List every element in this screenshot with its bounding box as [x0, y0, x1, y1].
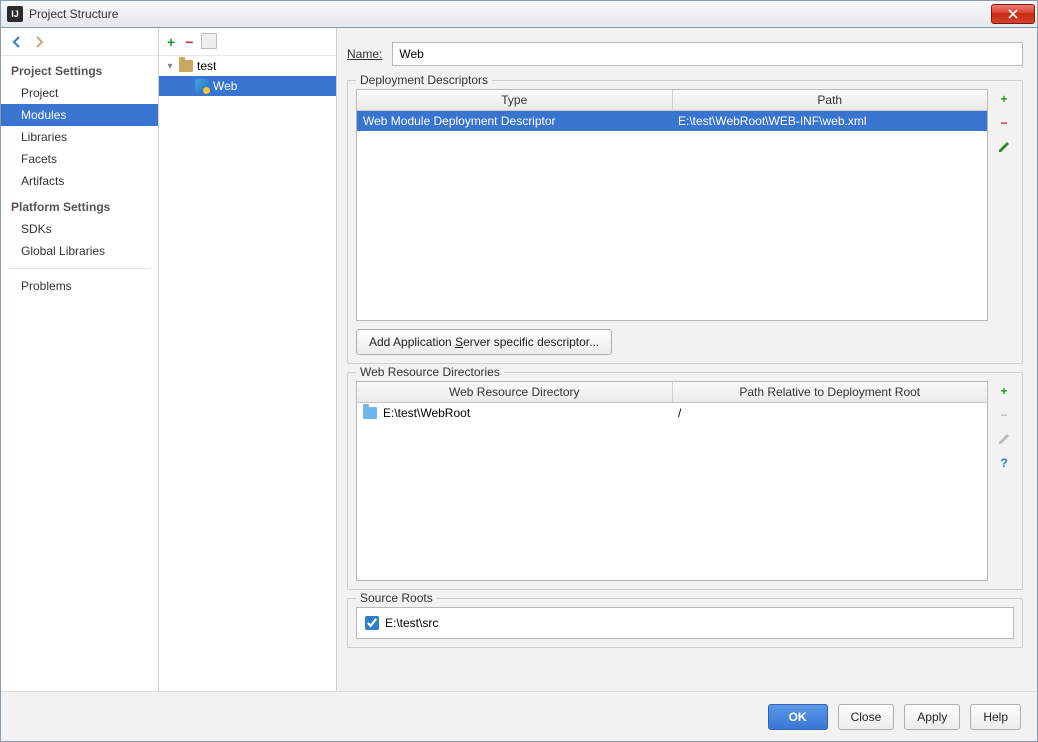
nav-section-project-settings: Project Settings	[1, 56, 158, 82]
name-label: Name:	[347, 47, 382, 61]
table-row[interactable]: Web Module Deployment DescriptorE:\test\…	[357, 111, 987, 131]
tree-toolbar: + −	[159, 28, 336, 56]
source-root-label: E:\test\src	[385, 616, 438, 630]
arrow-left-icon	[10, 35, 24, 49]
detail-panel: Name: Deployment Descriptors Type Path W…	[337, 28, 1037, 691]
help-button[interactable]: Help	[970, 704, 1021, 730]
nav-item-libraries[interactable]: Libraries	[1, 126, 158, 148]
web-resource-table[interactable]: Web Resource Directory Path Relative to …	[356, 381, 988, 581]
window-title: Project Structure	[29, 7, 118, 21]
deployment-table[interactable]: Type Path Web Module Deployment Descript…	[356, 89, 988, 321]
settings-nav: Project Settings ProjectModulesLibraries…	[1, 28, 159, 691]
webres-add-button[interactable]: +	[996, 383, 1012, 399]
nav-divider	[9, 268, 150, 269]
tree-collapse-icon[interactable]: ▾	[165, 61, 175, 72]
nav-item-facets[interactable]: Facets	[1, 148, 158, 170]
tree-remove-button[interactable]: −	[185, 34, 193, 50]
col-relpath: Path Relative to Deployment Root	[673, 382, 988, 402]
deployment-descriptors-group: Deployment Descriptors Type Path Web Mod…	[347, 80, 1023, 364]
module-tree-panel: + − ▾ test Web	[159, 28, 337, 691]
arrow-right-icon	[32, 35, 46, 49]
pencil-icon	[997, 140, 1011, 154]
titlebar: IJ Project Structure	[0, 0, 1038, 28]
nav-forward-button[interactable]	[31, 34, 47, 50]
cell-type: Web Module Deployment Descriptor	[357, 111, 672, 131]
nav-item-problems[interactable]: Problems	[1, 275, 158, 297]
tree-copy-button[interactable]	[203, 35, 217, 49]
col-webdir: Web Resource Directory	[357, 382, 673, 402]
dialog-footer: OK Close Apply Help	[1, 691, 1037, 741]
webres-help-button[interactable]: ?	[996, 455, 1012, 471]
cell-relpath: /	[672, 403, 987, 423]
ok-button[interactable]: OK	[768, 704, 828, 730]
col-type: Type	[357, 90, 673, 110]
web-facet-icon	[195, 79, 209, 93]
folder-icon	[179, 60, 193, 72]
name-input[interactable]	[392, 42, 1023, 66]
nav-item-modules[interactable]: Modules	[1, 104, 158, 126]
table-row[interactable]: E:\test\WebRoot/	[357, 403, 987, 423]
pencil-icon	[997, 432, 1011, 446]
group-legend: Web Resource Directories	[356, 365, 504, 379]
tree-add-button[interactable]: +	[167, 34, 175, 50]
app-icon: IJ	[7, 6, 23, 22]
nav-item-global-libraries[interactable]: Global Libraries	[1, 240, 158, 262]
close-button[interactable]: Close	[838, 704, 895, 730]
group-legend: Deployment Descriptors	[356, 73, 492, 87]
tree-node-label: Web	[213, 79, 237, 93]
deploy-edit-button[interactable]	[996, 139, 1012, 155]
folder-icon	[363, 407, 377, 419]
close-icon	[1008, 9, 1018, 19]
nav-back-button[interactable]	[9, 34, 25, 50]
tree-node-test[interactable]: ▾ test	[159, 56, 336, 76]
nav-item-artifacts[interactable]: Artifacts	[1, 170, 158, 192]
nav-section-platform-settings: Platform Settings	[1, 192, 158, 218]
web-resource-directories-group: Web Resource Directories Web Resource Di…	[347, 372, 1023, 590]
nav-item-project[interactable]: Project	[1, 82, 158, 104]
deploy-remove-button[interactable]: −	[996, 115, 1012, 131]
source-roots-group: Source Roots E:\test\src	[347, 598, 1023, 648]
tree-node-label: test	[197, 59, 216, 73]
apply-button[interactable]: Apply	[904, 704, 960, 730]
cell-dir: E:\test\WebRoot	[357, 403, 672, 423]
source-root-checkbox[interactable]	[365, 616, 379, 630]
nav-toolbar	[1, 28, 158, 56]
webres-edit-button[interactable]	[996, 431, 1012, 447]
window-close-button[interactable]	[991, 4, 1035, 24]
group-legend: Source Roots	[356, 591, 437, 605]
cell-path: E:\test\WebRoot\WEB-INF\web.xml	[672, 111, 987, 131]
col-path: Path	[673, 90, 988, 110]
deploy-add-button[interactable]: +	[996, 91, 1012, 107]
nav-item-sdks[interactable]: SDKs	[1, 218, 158, 240]
tree-node-web[interactable]: Web	[159, 76, 336, 96]
webres-remove-button[interactable]: −	[996, 407, 1012, 423]
add-server-descriptor-button[interactable]: Add Application Server specific descript…	[356, 329, 612, 355]
